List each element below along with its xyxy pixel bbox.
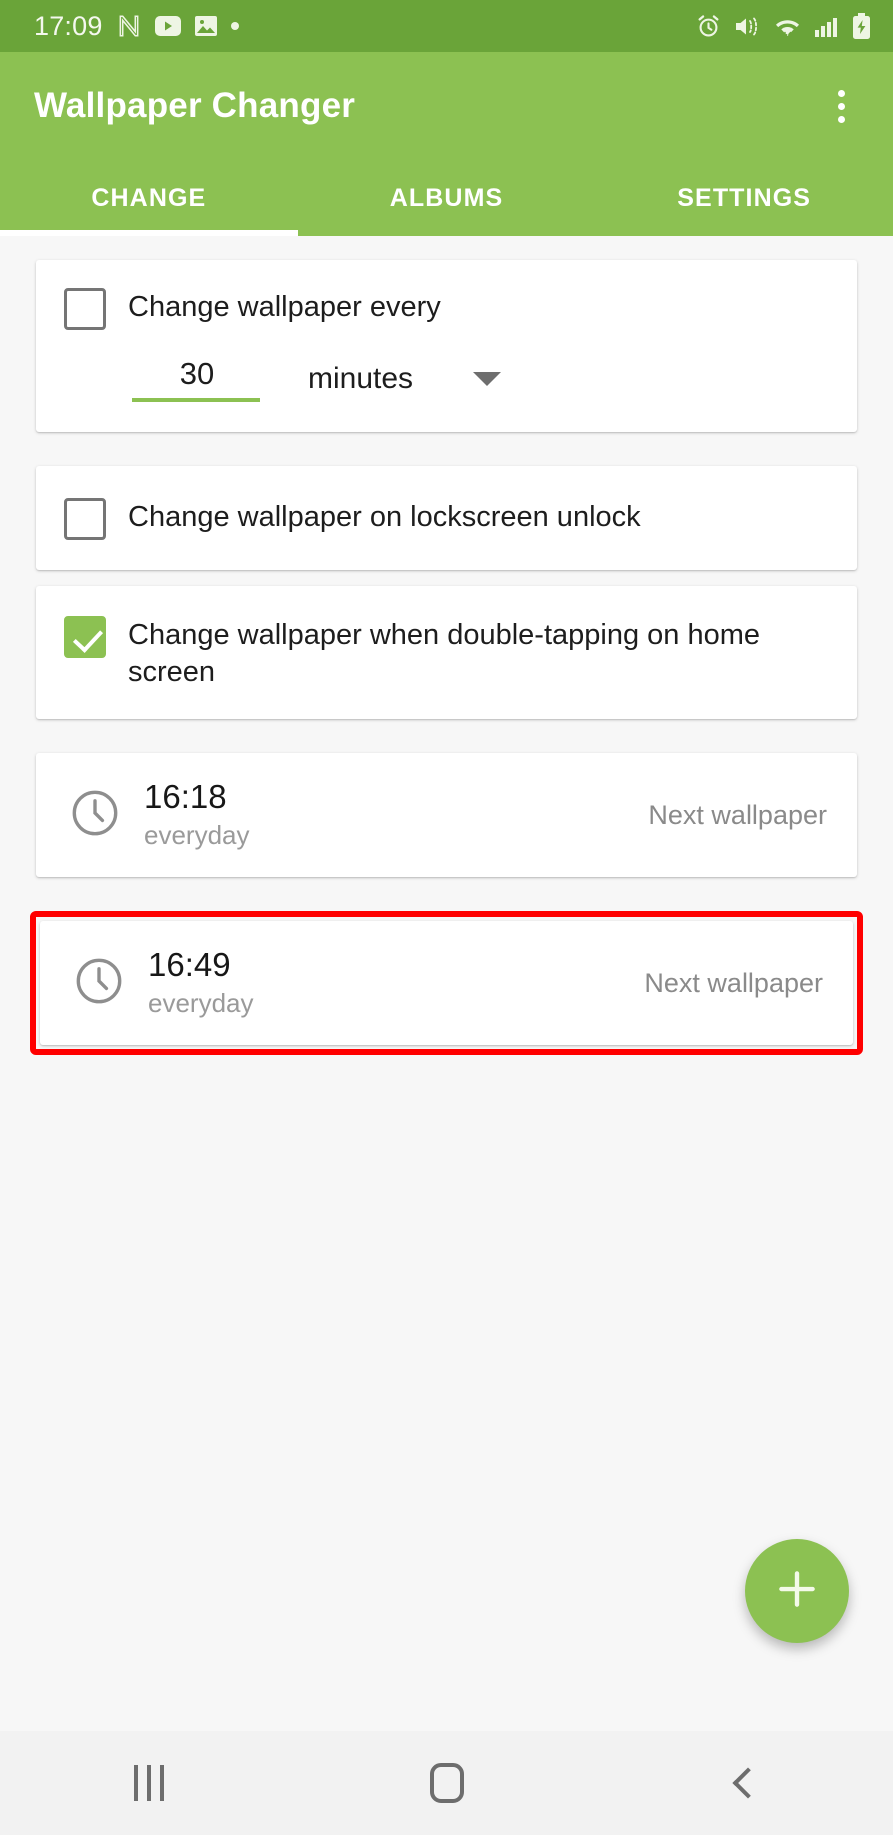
status-bar-right (696, 12, 871, 40)
interval-checkbox[interactable] (64, 288, 106, 330)
add-schedule-fab[interactable] (745, 1539, 849, 1643)
doubletap-checkbox-label: Change wallpaper when double-tapping on … (128, 619, 761, 689)
schedule-text: 16:49 everyday (148, 946, 644, 1019)
tab-settings-label: SETTINGS (677, 183, 812, 212)
app-bar: Wallpaper Changer (0, 52, 893, 160)
cellular-signal-icon (814, 15, 839, 38)
status-bar-clock: 17:09 (34, 10, 103, 41)
interval-unit-label: minutes (308, 362, 414, 395)
interval-checkbox-label: Change wallpaper every (128, 291, 441, 323)
clock-icon (68, 786, 122, 845)
status-bar: 17:09 (0, 0, 893, 52)
back-chevron-icon (732, 1767, 764, 1799)
nav-recents-button[interactable] (0, 1765, 298, 1801)
overflow-menu-icon[interactable] (817, 76, 865, 136)
highlight-annotation: 16:49 everyday Next wallpaper (30, 911, 863, 1056)
tab-change[interactable]: CHANGE (0, 160, 298, 236)
vibrate-icon (734, 15, 761, 38)
schedule-time: 16:18 (144, 778, 227, 816)
clock-icon (72, 954, 126, 1013)
battery-charging-icon (852, 12, 871, 40)
card-change-interval[interactable]: Change wallpaper every 30 minutes (36, 260, 857, 432)
nav-back-button[interactable] (595, 1767, 893, 1799)
card-lockscreen-unlock[interactable]: Change wallpaper on lockscreen unlock (36, 466, 857, 570)
page-title: Wallpaper Changer (34, 86, 356, 125)
main-content: Change wallpaper every 30 minutes Change… (0, 236, 893, 1731)
schedule-row[interactable]: 16:49 everyday Next wallpaper (40, 921, 853, 1045)
interval-number-field[interactable]: 30 (132, 356, 262, 402)
lockscreen-checkbox-label: Change wallpaper on lockscreen unlock (128, 501, 641, 533)
tab-settings[interactable]: SETTINGS (595, 160, 893, 236)
nova-launcher-icon (116, 13, 142, 39)
schedule-item[interactable]: 16:49 everyday Next wallpaper (40, 921, 853, 1046)
chevron-down-icon[interactable] (473, 372, 502, 386)
doubletap-checkbox[interactable] (64, 616, 106, 658)
tab-albums-label: ALBUMS (389, 183, 504, 212)
schedule-action: Next wallpaper (648, 799, 827, 830)
phone-screen: 17:09 Wallpaper Changer CHANGE ALBUMS SE… (0, 0, 893, 1835)
card-double-tap[interactable]: Change wallpaper when double-tapping on … (36, 586, 857, 720)
home-icon (429, 1763, 464, 1803)
wifi-icon (774, 15, 801, 38)
interval-value-row: 30 minutes (36, 350, 857, 432)
nav-home-button[interactable] (298, 1763, 596, 1803)
doubletap-checkbox-row[interactable]: Change wallpaper when double-tapping on … (36, 586, 857, 719)
interval-checkbox-row[interactable]: Change wallpaper every (36, 260, 857, 350)
alarm-icon (696, 14, 721, 39)
youtube-icon (154, 16, 181, 36)
interval-field-underline (132, 398, 260, 402)
gallery-icon (194, 14, 218, 38)
schedule-time: 16:49 (148, 946, 231, 984)
tab-bar: CHANGE ALBUMS SETTINGS (0, 160, 893, 236)
tab-albums[interactable]: ALBUMS (298, 160, 596, 236)
lockscreen-checkbox[interactable] (64, 498, 106, 540)
tab-change-label: CHANGE (91, 183, 207, 212)
lockscreen-checkbox-row[interactable]: Change wallpaper on lockscreen unlock (36, 466, 857, 570)
recents-icon (133, 1765, 164, 1801)
schedule-action: Next wallpaper (644, 967, 823, 998)
schedule-row[interactable]: 16:18 everyday Next wallpaper (36, 753, 857, 877)
schedule-item[interactable]: 16:18 everyday Next wallpaper (36, 753, 857, 878)
schedule-repeat: everyday (148, 988, 254, 1019)
android-navigation-bar (0, 1731, 893, 1835)
status-bar-left: 17:09 (34, 11, 696, 42)
schedule-text: 16:18 everyday (144, 778, 648, 851)
notification-dot-icon (230, 22, 239, 30)
interval-value: 30 (179, 356, 215, 391)
schedule-repeat: everyday (144, 820, 250, 851)
plus-icon (772, 1564, 822, 1619)
